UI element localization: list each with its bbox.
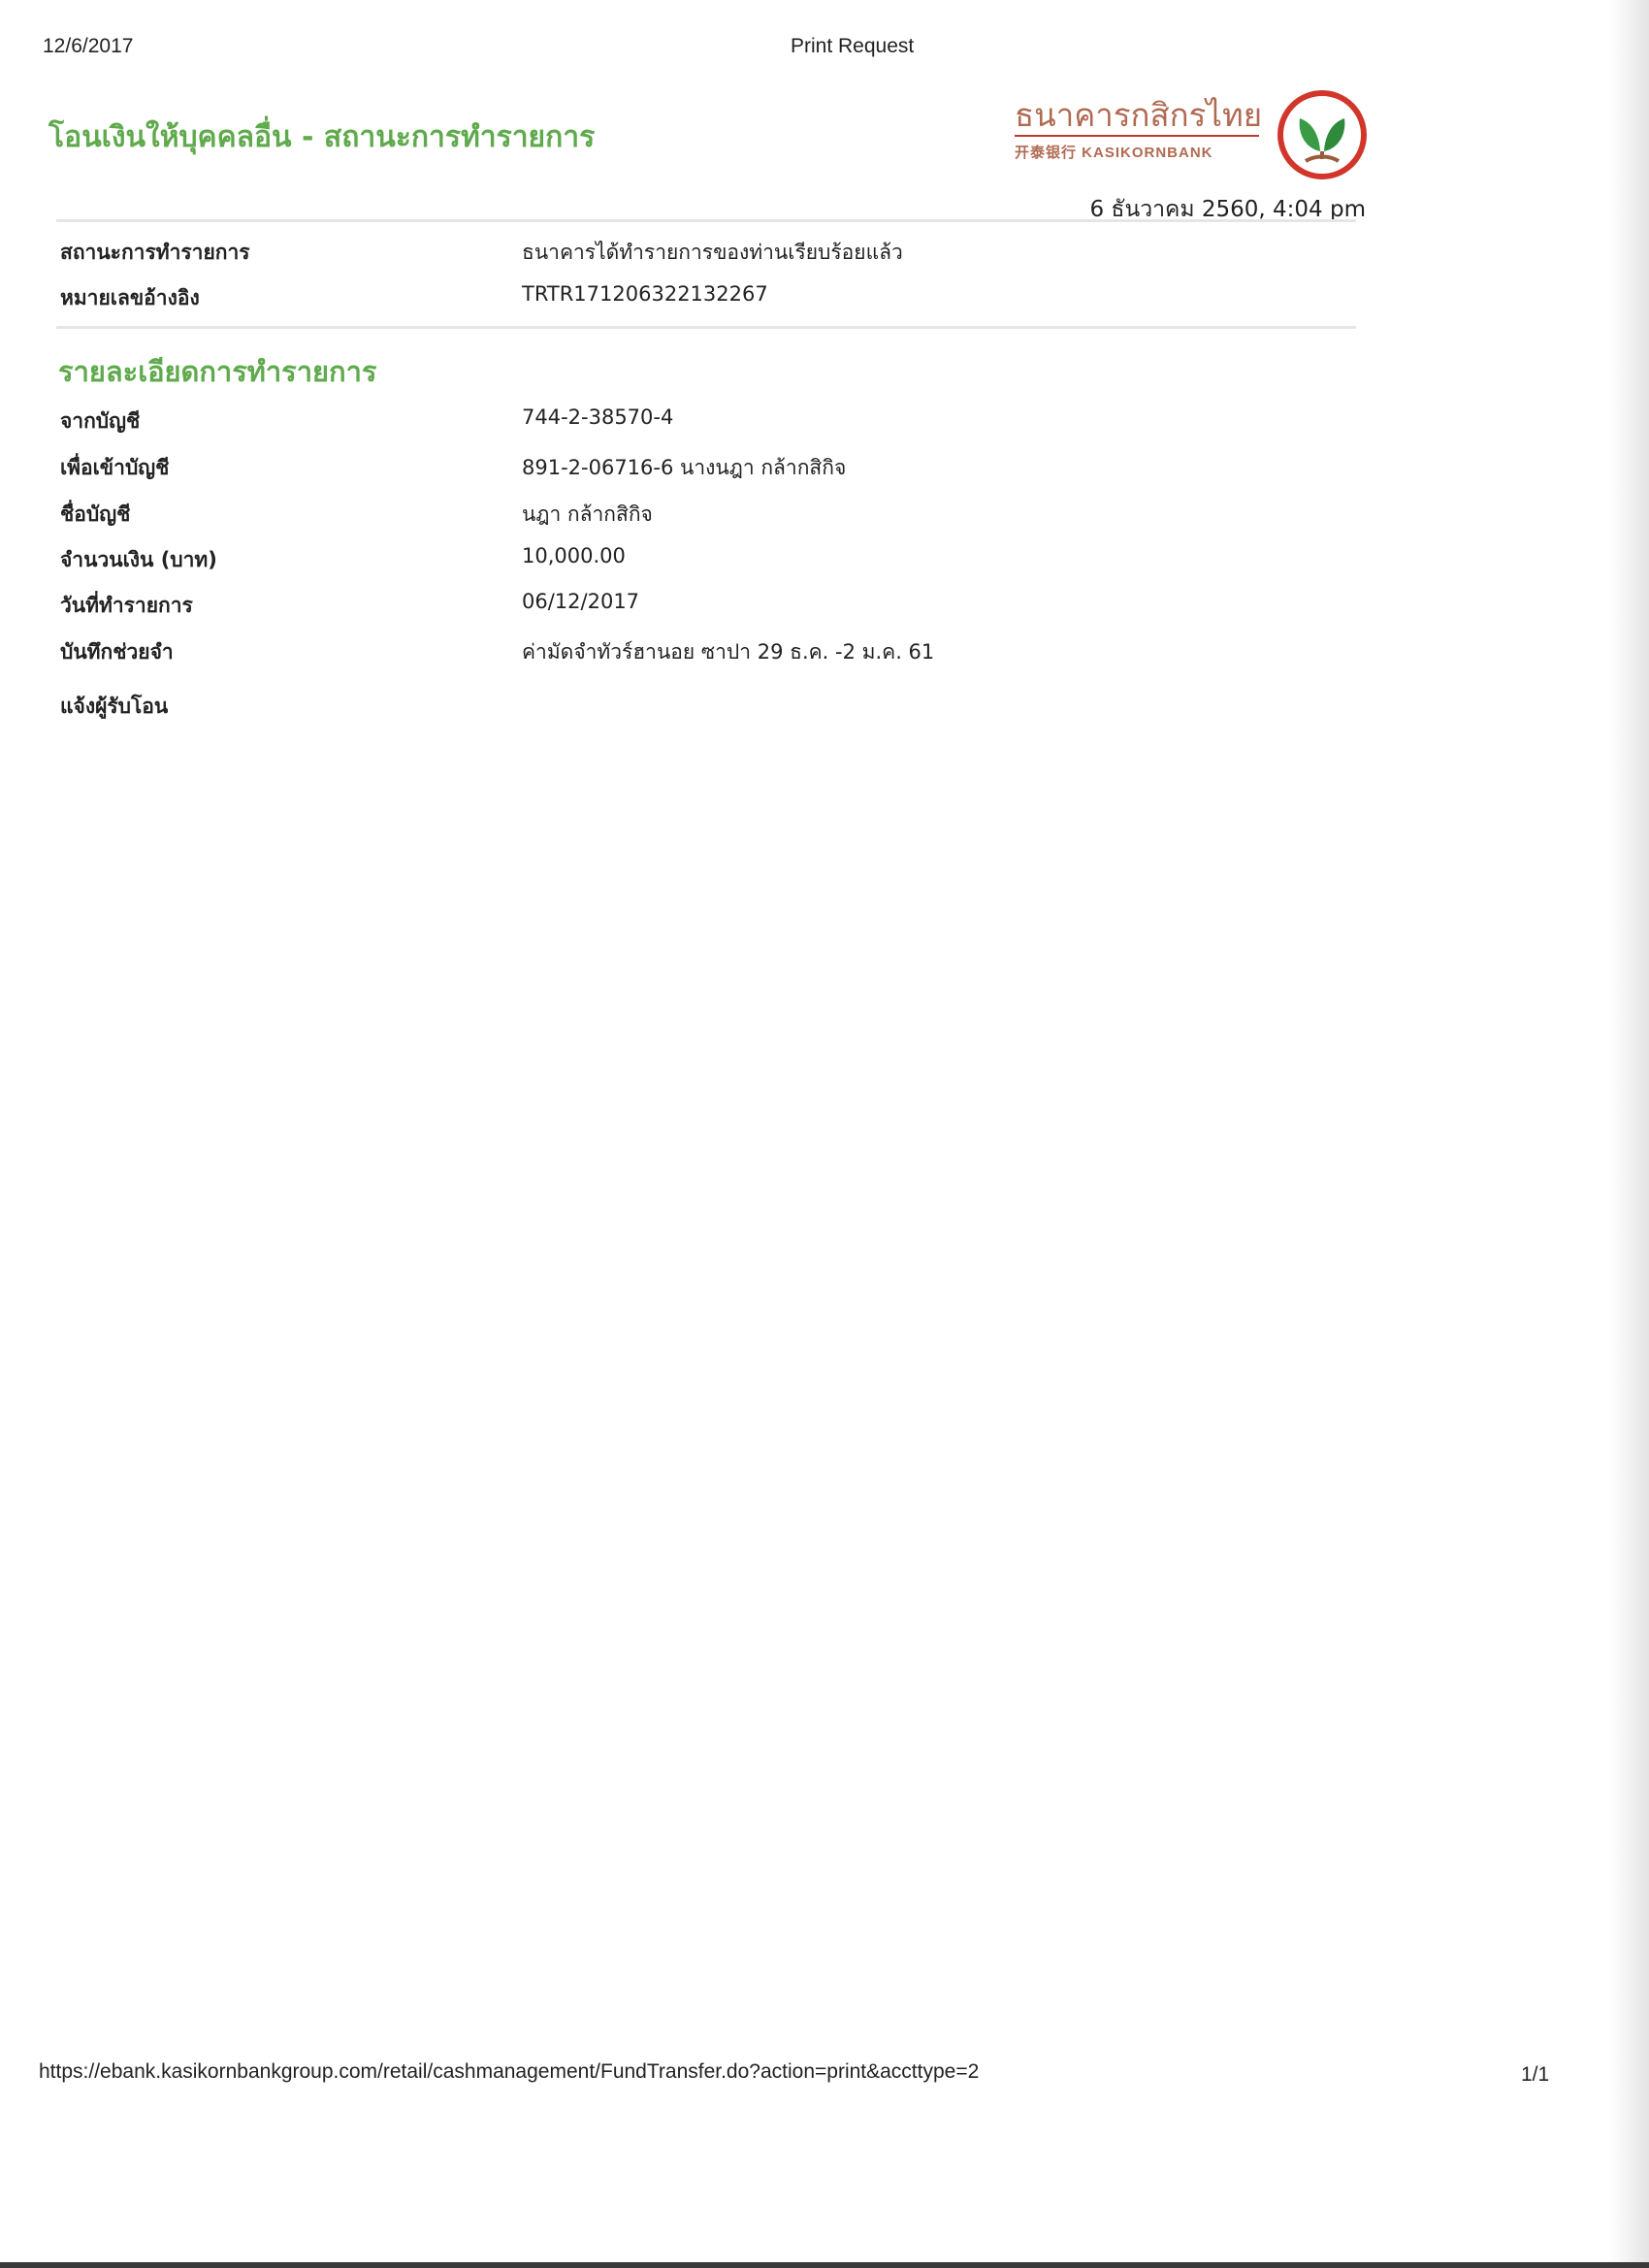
print-request-title: Print Request [791,35,915,57]
page-number: 1/1 [1521,2063,1550,2086]
amount-label: จำนวนเงิน (บาท) [60,548,217,571]
logo-sub-name: 开泰银行 KASIKORNBANK [1015,145,1213,161]
transaction-date-label: วันที่ทำรายการ [60,594,193,617]
from-account-label: จากบัญชี [60,409,141,433]
divider [56,326,1356,329]
memo-value: ค่ามัดจำทัวร์ฮานอย ซาปา 29 ธ.ค. -2 ม.ค. … [522,640,935,664]
logo-rule [1015,135,1259,137]
scan-shadow [1610,0,1649,2268]
from-account-value: 744-2-38570-4 [522,405,674,429]
logo-thai-name: ธนาคารกสิกรไทย [1015,96,1263,134]
transaction-date-value: 06/12/2017 [522,590,640,613]
status-value: ธนาคารได้ทำรายการของท่านเรียบร้อยแล้ว [522,241,903,264]
divider [56,219,1356,222]
reference-value: TRTR171206322132267 [522,282,768,306]
reference-label: หมายเลขอ้างอิง [60,286,200,309]
memo-label: บันทึกช่วยจำ [60,640,174,664]
scan-edge [0,2262,1649,2268]
page-title: โอนเงินให้บุคคลอื่น - สถานะการทำรายการ [48,120,596,154]
kasikornbank-logo: ธนาคารกสิกรไทย 开泰银行 KASIKORNBANK [1015,85,1368,182]
account-name-label: ชื่อบัญชี [60,502,131,526]
to-account-value: 891-2-06716-6 นางนฎา กล้ากสิกิจ [522,456,847,479]
kbank-leaf-icon [1277,90,1367,179]
account-name-value: นฎา กล้ากสิกิจ [522,502,653,526]
print-date: 12/6/2017 [43,35,134,57]
details-section-title: รายละเอียดการทำรายการ [58,355,377,388]
footer-url: https://ebank.kasikornbankgroup.com/reta… [39,2060,980,2083]
notify-recipient-label: แจ้งผู้รับโอน [60,695,169,718]
amount-value: 10,000.00 [522,544,626,567]
to-account-label: เพื่อเข้าบัญชี [60,456,170,479]
status-label: สถานะการทำรายการ [60,241,250,264]
